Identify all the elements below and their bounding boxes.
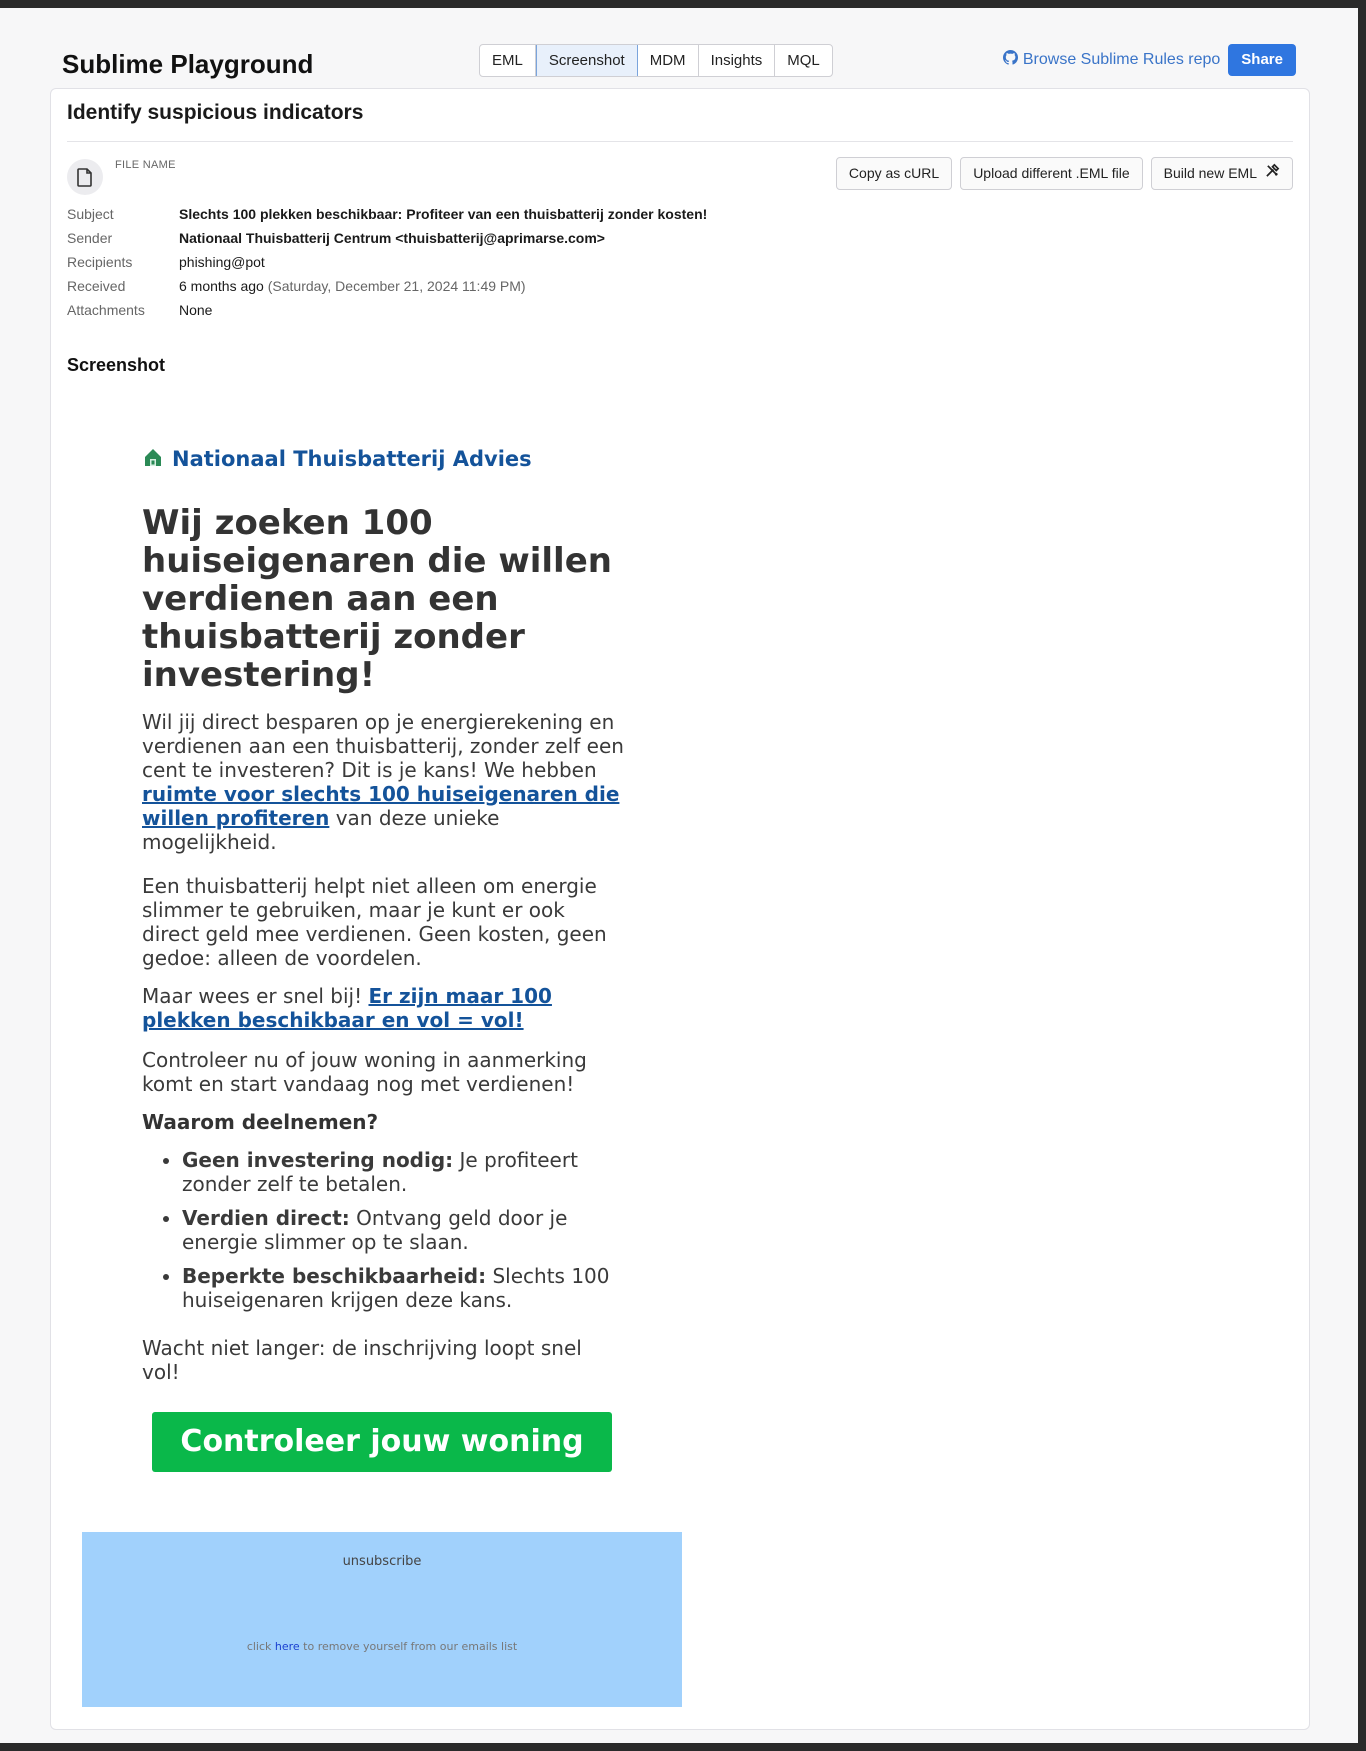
house-logo-icon bbox=[142, 446, 164, 472]
benefit-title: Verdien direct: bbox=[182, 1206, 350, 1230]
tab-screenshot[interactable]: Screenshot bbox=[535, 45, 638, 76]
browse-rules-repo-link[interactable]: Browse Sublime Rules repo bbox=[1002, 50, 1221, 70]
card-title: Identify suspicious indicators bbox=[67, 101, 364, 124]
urgency-paragraph: Maar wees er snel bij! Er zijn maar 100 … bbox=[142, 984, 624, 1032]
urgency-text: Maar wees er snel bij! bbox=[142, 984, 369, 1008]
subject-row: Subject Slechts 100 plekken beschikbaar:… bbox=[67, 205, 707, 229]
received-relative: 6 months ago bbox=[179, 278, 264, 294]
tab-mql[interactable]: MQL bbox=[775, 45, 832, 76]
unsubscribe-link[interactable]: here bbox=[275, 1640, 300, 1653]
received-absolute: (Saturday, December 21, 2024 11:49 PM) bbox=[267, 278, 526, 294]
received-row: Received 6 months ago (Saturday, Decembe… bbox=[67, 277, 707, 301]
file-actions: Copy as cURL Upload different .EML file … bbox=[835, 157, 1293, 190]
subject-label: Subject bbox=[67, 206, 114, 222]
why-heading: Waarom deelnemen? bbox=[142, 1110, 379, 1134]
file-name-label: FILE NAME bbox=[115, 159, 176, 171]
unsubscribe-footer: unsubscribe click here to remove yoursel… bbox=[82, 1532, 682, 1707]
tab-mdm[interactable]: MDM bbox=[638, 45, 699, 76]
list-item: Verdien direct: Ontvang geld door je ene… bbox=[182, 1206, 622, 1254]
intro-text-start: Wil jij direct besparen op je energierek… bbox=[142, 710, 624, 782]
check-home-button[interactable]: Controleer jouw woning bbox=[152, 1412, 612, 1472]
header-actions: Browse Sublime Rules repo Share bbox=[1002, 44, 1296, 76]
screenshot-section-title: Screenshot bbox=[67, 355, 166, 375]
github-icon bbox=[1002, 50, 1018, 70]
attachments-row: Attachments None bbox=[67, 301, 707, 325]
brand-header: Nationaal Thuisbatterij Advies bbox=[142, 446, 532, 472]
share-button[interactable]: Share bbox=[1228, 44, 1296, 76]
benefit-paragraph: Een thuisbatterij helpt niet alleen om e… bbox=[142, 874, 607, 970]
email-metadata: Subject Slechts 100 plekken beschikbaar:… bbox=[67, 205, 707, 325]
benefit-title: Geen investering nodig: bbox=[182, 1148, 454, 1172]
upload-eml-button[interactable]: Upload different .EML file bbox=[960, 157, 1143, 190]
email-headline: Wij zoeken 100 huiseigenaren die willen … bbox=[142, 503, 612, 695]
check-paragraph: Controleer nu of jouw woning in aanmerki… bbox=[142, 1048, 587, 1096]
sender-label: Sender bbox=[67, 230, 113, 246]
divider bbox=[67, 141, 1293, 142]
tab-eml[interactable]: EML bbox=[480, 45, 536, 76]
sender-value: Nationaal Thuisbatterij Centrum <thuisba… bbox=[179, 230, 605, 246]
app-title: Sublime Playground bbox=[62, 49, 314, 79]
recipients-row: Recipients phishing@pot bbox=[67, 253, 707, 277]
unsubscribe-line: click here to remove yourself from our e… bbox=[82, 1640, 682, 1653]
build-eml-button[interactable]: Build new EML bbox=[1150, 157, 1293, 190]
list-item: Geen investering nodig: Je profiteert zo… bbox=[182, 1148, 622, 1196]
view-tabs: EML Screenshot MDM Insights MQL bbox=[479, 44, 833, 77]
received-label: Received bbox=[67, 278, 126, 294]
copy-curl-button[interactable]: Copy as cURL bbox=[835, 157, 953, 190]
list-item: Beperkte beschikbaarheid: Slechts 100 hu… bbox=[182, 1264, 622, 1312]
brand-name: Nationaal Thuisbatterij Advies bbox=[172, 447, 532, 471]
received-value: 6 months ago (Saturday, December 21, 202… bbox=[179, 277, 526, 301]
sender-row: Sender Nationaal Thuisbatterij Centrum <… bbox=[67, 229, 707, 253]
benefits-list: Geen investering nodig: Je profiteert zo… bbox=[164, 1148, 622, 1322]
file-icon bbox=[67, 159, 103, 195]
recipients-value: phishing@pot bbox=[179, 254, 265, 270]
unsubscribe-title: unsubscribe bbox=[342, 1554, 422, 1569]
attachments-label: Attachments bbox=[67, 302, 145, 318]
top-bar: Sublime Playground EML Screenshot MDM In… bbox=[62, 44, 1296, 84]
tools-icon bbox=[1265, 158, 1280, 189]
intro-paragraph: Wil jij direct besparen op je energierek… bbox=[142, 710, 624, 854]
recipients-label: Recipients bbox=[67, 254, 133, 270]
attachments-value: None bbox=[179, 302, 213, 318]
unsubscribe-text-start: click bbox=[246, 1640, 275, 1653]
subject-value: Slechts 100 plekken beschikbaar: Profite… bbox=[179, 206, 708, 222]
email-screenshot: Nationaal Thuisbatterij Advies Wij zoeke… bbox=[66, 386, 1292, 1721]
tab-insights[interactable]: Insights bbox=[699, 45, 776, 76]
app-frame: Sublime Playground EML Screenshot MDM In… bbox=[0, 8, 1358, 1743]
closing-paragraph: Wacht niet langer: de inschrijving loopt… bbox=[142, 1336, 582, 1384]
unsubscribe-text-end: to remove yourself from our emails list bbox=[299, 1640, 518, 1653]
build-eml-label: Build new EML bbox=[1163, 165, 1257, 181]
repo-link-label: Browse Sublime Rules repo bbox=[1022, 51, 1221, 68]
benefit-title: Beperkte beschikbaarheid: bbox=[182, 1264, 487, 1288]
